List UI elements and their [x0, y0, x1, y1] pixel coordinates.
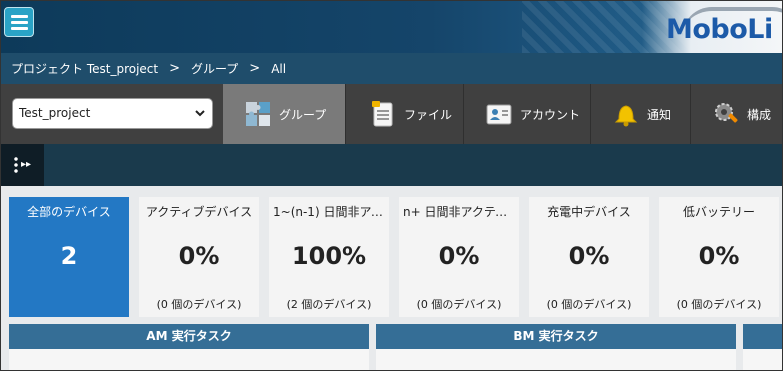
stat-card-all-devices[interactable]: 全部のデバイス 2	[9, 197, 129, 317]
breadcrumb-item-project[interactable]: プロジェクト Test_project	[11, 60, 158, 77]
stat-card-sub: (2 個のデバイス)	[286, 298, 372, 311]
breadcrumb-separator-icon: >	[249, 61, 261, 76]
logo-text: MoboLi	[666, 14, 773, 45]
am-task-panel: AM 実行タスク	[9, 324, 369, 370]
nav-item-config[interactable]: 構成	[691, 84, 782, 144]
stat-card-low-battery[interactable]: 低バッテリー 0% (0 個のデバイス)	[659, 197, 779, 317]
stat-card-value: 2	[60, 242, 78, 270]
breadcrumb-separator-icon: >	[169, 61, 181, 76]
nav-item-label: グループ	[279, 107, 327, 122]
nav-bar: Test_project グループ ファイル アカウント 通知 構成	[1, 84, 782, 144]
top-bar: MoboLi	[1, 1, 782, 53]
chevron-down-icon	[195, 99, 205, 139]
project-select-value: Test_project	[19, 106, 91, 120]
logo: MoboLi	[642, 1, 782, 53]
task-panel-partial	[743, 324, 782, 370]
stat-card-label: 低バッテリー	[682, 205, 755, 219]
toolbar: ▸▸	[1, 144, 782, 186]
stat-card-label: n+ 日間非アクティブ	[403, 205, 519, 219]
expand-panel-icon	[14, 156, 18, 174]
breadcrumb-item-group[interactable]: グループ	[191, 60, 238, 77]
stat-card-inactive-1-n[interactable]: 1~(n-1) 日間非アクティブ 100% (2 個のデバイス)	[269, 197, 389, 317]
stat-card-sub: (0 個のデバイス)	[156, 298, 242, 311]
stat-card-label: 1~(n-1) 日間非アクティブ	[273, 205, 389, 219]
am-task-title: AM 実行タスク	[9, 324, 369, 349]
stat-card-charging[interactable]: 充電中デバイス 0% (0 個のデバイス)	[529, 197, 649, 317]
gear-wrench-icon	[711, 99, 741, 129]
stat-card-value: 0%	[438, 242, 480, 270]
stat-card-value: 0%	[178, 242, 220, 270]
app-window: MoboLi プロジェクト Test_project > グループ > All …	[0, 0, 783, 371]
stat-card-sub: (0 個のデバイス)	[416, 298, 502, 311]
stat-card-value: 0%	[698, 242, 740, 270]
document-icon	[368, 99, 398, 129]
stat-card-label: アクティブデバイス	[145, 205, 253, 219]
stat-card-label: 全部のデバイス	[27, 205, 111, 219]
stat-card-value: 100%	[291, 242, 367, 270]
stat-card-sub: (0 個のデバイス)	[546, 298, 632, 311]
nav-item-file[interactable]: ファイル	[346, 84, 464, 144]
stat-card-active[interactable]: アクティブデバイス 0% (0 個のデバイス)	[139, 197, 259, 317]
stat-card-sub: (0 個のデバイス)	[676, 298, 762, 311]
bell-icon	[611, 99, 641, 129]
chevron-right-icon: ▸▸	[21, 159, 32, 170]
project-select[interactable]: Test_project	[12, 98, 213, 129]
stat-card-value: 0%	[568, 242, 610, 270]
stat-card-inactive-n-plus[interactable]: n+ 日間非アクティブ 0% (0 個のデバイス)	[399, 197, 519, 317]
hamburger-icon-bar	[11, 15, 28, 18]
breadcrumb-item-all: All	[271, 61, 287, 76]
user-card-icon	[484, 99, 514, 129]
nav-item-label: ファイル	[404, 107, 453, 122]
nav-item-account[interactable]: アカウント	[464, 84, 591, 144]
bm-task-title: BM 実行タスク	[376, 324, 736, 349]
nav-item-label: 構成	[747, 107, 772, 122]
hamburger-icon-bar	[11, 21, 28, 24]
puzzle-icon	[243, 99, 273, 129]
nav-item-label: アカウント	[520, 107, 581, 122]
nav-item-label: 通知	[647, 107, 672, 122]
stat-card-label: 充電中デバイス	[547, 205, 631, 219]
bm-task-panel: BM 実行タスク	[376, 324, 736, 370]
breadcrumb: プロジェクト Test_project > グループ > All	[1, 53, 782, 84]
nav-item-group[interactable]: グループ	[223, 84, 346, 144]
task-panel-partial-head	[743, 324, 782, 349]
nav-item-notify[interactable]: 通知	[591, 84, 691, 144]
hamburger-menu-button[interactable]	[4, 7, 34, 37]
expand-panel-button[interactable]: ▸▸	[1, 144, 44, 186]
hamburger-icon-bar	[11, 27, 28, 30]
